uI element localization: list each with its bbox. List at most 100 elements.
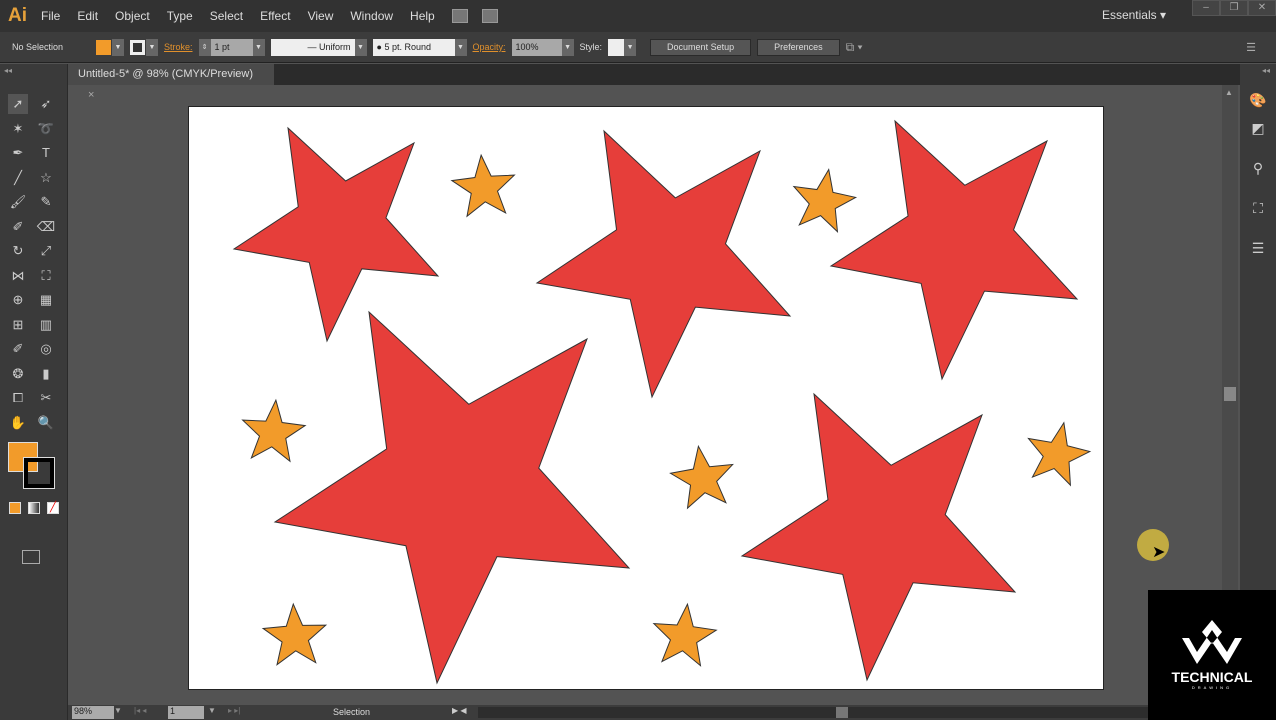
stroke-label[interactable]: Stroke: — [164, 42, 193, 52]
collapse-icon[interactable]: ◂◂ — [4, 66, 12, 75]
zoom-input[interactable]: 98% — [72, 706, 114, 719]
graphic-style-swatch[interactable] — [608, 38, 625, 56]
symbols-icon[interactable]: ⚲ — [1248, 160, 1268, 180]
rotate-tool-icon[interactable]: ↻ — [8, 241, 28, 261]
brush-definition[interactable]: ● 5 pt. Round — [372, 38, 455, 56]
star-tool-icon[interactable]: ☆ — [36, 168, 56, 188]
screen-mode-icon[interactable] — [22, 550, 40, 564]
line-tool-icon[interactable]: ╱ — [8, 168, 28, 188]
menu-view[interactable]: View — [308, 9, 334, 23]
small-orange-star[interactable] — [241, 398, 307, 463]
width-tool-icon[interactable]: ⋈ — [8, 266, 28, 286]
expand-panels-icon[interactable]: ◂◂ — [1262, 66, 1270, 75]
small-orange-star[interactable] — [261, 602, 328, 666]
small-orange-star[interactable] — [652, 602, 718, 667]
artboard-tool-icon[interactable]: ⧠ — [8, 388, 28, 408]
large-red-star[interactable] — [829, 119, 1079, 381]
horizontal-scrollbar[interactable] — [478, 707, 1238, 718]
scroll-thumb[interactable] — [1224, 387, 1236, 401]
paintbrush-tool-icon[interactable]: 🖌 — [8, 192, 28, 212]
magic-wand-tool-icon[interactable]: ✶ — [8, 119, 28, 139]
align-icon[interactable]: ☰ — [1248, 240, 1268, 260]
perspective-tool-icon[interactable]: ▦ — [36, 290, 56, 310]
arrange-documents-icon[interactable] — [481, 9, 498, 23]
preferences-button[interactable]: Preferences — [757, 38, 840, 56]
type-tool-icon[interactable]: T — [36, 143, 56, 163]
isolate-selected-icon[interactable]: ⧉ ▾ — [846, 40, 863, 55]
minimize-button[interactable]: – — [1192, 0, 1220, 16]
pen-tool-icon[interactable]: ✒ — [8, 143, 28, 163]
menu-select[interactable]: Select — [210, 9, 243, 23]
large-red-star[interactable] — [273, 310, 631, 685]
artboard-dropdown[interactable]: ▼ — [208, 706, 216, 715]
direct-selection-tool-icon[interactable]: ➶ — [36, 94, 56, 114]
tab-untitled-5[interactable]: Untitled-5* @ 98% (CMYK/Preview) × — [68, 64, 274, 101]
small-orange-star[interactable] — [1027, 421, 1092, 487]
tab-close-icon[interactable]: × — [88, 89, 94, 101]
profile-dropdown[interactable]: ▼ — [354, 38, 367, 56]
stroke-dropdown[interactable]: ▼ — [146, 38, 158, 56]
graph-tool-icon[interactable]: ▮ — [36, 364, 56, 384]
hand-tool-icon[interactable]: ✋ — [8, 413, 28, 433]
scale-tool-icon[interactable]: ⤢ — [36, 241, 56, 261]
eraser-tool-icon[interactable]: ⌫ — [36, 217, 56, 237]
style-dropdown[interactable]: ▼ — [624, 38, 637, 56]
scroll-up-icon[interactable]: ▲ — [1225, 88, 1233, 97]
mesh-tool-icon[interactable]: ⊞ — [8, 315, 28, 335]
fill-dropdown[interactable]: ▼ — [112, 38, 124, 56]
menu-help[interactable]: Help — [410, 9, 435, 23]
fill-swatch[interactable] — [96, 39, 111, 55]
stroke-stepper[interactable]: ⇕ — [198, 38, 211, 56]
menu-edit[interactable]: Edit — [77, 9, 98, 23]
menu-effect[interactable]: Effect — [260, 9, 290, 23]
blend-tool-icon[interactable]: ◎ — [36, 339, 56, 359]
color-panel-icon[interactable]: 🎨 — [1248, 92, 1268, 112]
menu-window[interactable]: Window — [350, 9, 393, 23]
stroke-weight-input[interactable]: 1 pt — [210, 38, 253, 56]
shape-builder-tool-icon[interactable]: ⊕ — [8, 290, 28, 310]
pencil-tool-icon[interactable]: ✎ — [36, 192, 56, 212]
artboard[interactable] — [188, 106, 1104, 690]
lasso-tool-icon[interactable]: ➰ — [36, 119, 56, 139]
variable-width-profile[interactable]: — Uniform — [270, 38, 355, 56]
symbol-sprayer-tool-icon[interactable]: ❂ — [8, 364, 28, 384]
panel-menu-icon[interactable]: ☰ — [1246, 41, 1256, 54]
transform-icon[interactable]: ⛶ — [1248, 200, 1268, 220]
zoom-tool-icon[interactable]: 🔍 — [36, 413, 56, 433]
color-guide-icon[interactable]: ◩ — [1248, 120, 1268, 140]
gradient-mode-button[interactable] — [28, 502, 40, 514]
workspace-switcher[interactable]: Essentials ▾ — [1102, 8, 1166, 22]
menu-file[interactable]: File — [41, 9, 60, 23]
small-orange-star[interactable] — [450, 153, 516, 218]
free-transform-tool-icon[interactable]: ⛶ — [36, 266, 56, 286]
document-setup-button[interactable]: Document Setup — [650, 38, 752, 56]
small-orange-star[interactable] — [792, 168, 858, 233]
brush-dropdown[interactable]: ▼ — [454, 38, 467, 56]
restore-button[interactable]: ❐ — [1220, 0, 1248, 16]
opacity-label[interactable]: Opacity: — [473, 42, 506, 52]
none-mode-button[interactable]: ╱ — [47, 502, 59, 514]
large-red-star[interactable] — [232, 126, 440, 343]
large-red-star[interactable] — [740, 392, 1017, 682]
blob-brush-tool-icon[interactable]: ✐ — [8, 217, 28, 237]
opacity-input[interactable]: 100% — [511, 38, 562, 56]
artboard-number-input[interactable]: 1 — [168, 706, 204, 719]
small-orange-star[interactable] — [669, 444, 734, 510]
menu-type[interactable]: Type — [167, 9, 193, 23]
bridge-icon[interactable] — [451, 9, 468, 23]
stroke-weight-dropdown[interactable]: ▼ — [252, 38, 265, 56]
color-mode-button[interactable] — [9, 502, 21, 514]
selection-tool-icon[interactable]: ➚ — [8, 94, 28, 114]
menu-object[interactable]: Object — [115, 9, 150, 23]
stroke-color-box[interactable] — [23, 457, 55, 489]
gradient-tool-icon[interactable]: ▥ — [36, 315, 56, 335]
zoom-dropdown[interactable]: ▼ — [114, 706, 122, 715]
opacity-dropdown[interactable]: ▼ — [561, 38, 574, 56]
close-window-button[interactable]: ✕ — [1248, 0, 1276, 16]
next-artboard-icon[interactable]: ▸ ▸| — [228, 706, 240, 715]
h-scroll-thumb[interactable] — [836, 707, 848, 718]
stroke-swatch[interactable] — [130, 39, 145, 55]
slice-tool-icon[interactable]: ✂ — [36, 388, 56, 408]
status-menu-icon[interactable]: ▶ ◀ — [452, 706, 467, 715]
eyedropper-tool-icon[interactable]: ✐ — [8, 339, 28, 359]
